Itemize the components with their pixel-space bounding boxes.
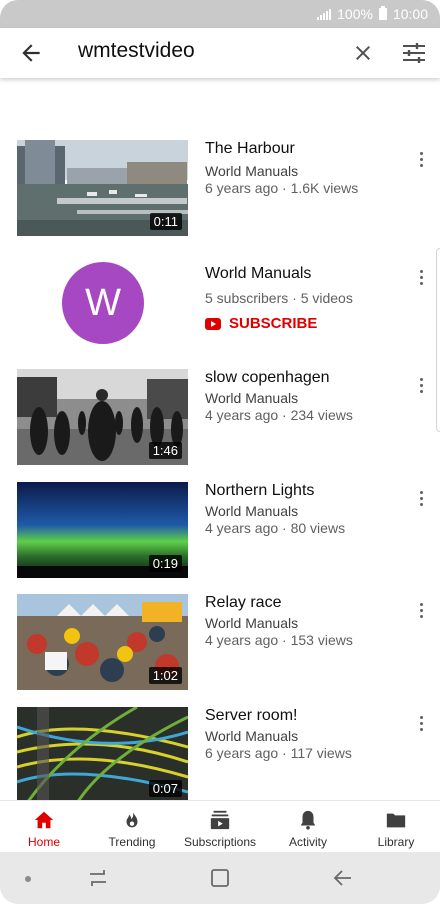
video-duration: 0:11 — [149, 213, 182, 230]
video-meta: 4 years ago · 234 views — [205, 407, 353, 423]
nav-label: Home — [27, 835, 60, 849]
video-row[interactable]: 0:07 Server room! World Manuals 6 years … — [0, 707, 440, 800]
channel-title[interactable]: World Manuals — [205, 265, 311, 283]
edge-panel-handle[interactable] — [436, 248, 440, 432]
video-channel: World Manuals — [205, 615, 299, 631]
video-title[interactable]: slow copenhagen — [205, 369, 330, 387]
back-arrow-icon[interactable] — [18, 40, 44, 66]
more-options-icon[interactable] — [412, 148, 430, 170]
video-channel: World Manuals — [205, 728, 299, 744]
bell-icon — [300, 810, 316, 830]
video-title[interactable]: Northern Lights — [205, 482, 314, 500]
more-options-icon[interactable] — [412, 599, 430, 621]
filter-icon[interactable] — [401, 41, 427, 65]
video-duration: 1:02 — [148, 667, 182, 684]
flame-icon — [126, 810, 138, 828]
video-meta: 4 years ago · 153 views — [205, 632, 353, 648]
video-channel: World Manuals — [205, 390, 299, 406]
youtube-logo-icon — [205, 317, 221, 330]
video-thumbnail[interactable]: 0:07 — [17, 707, 188, 800]
video-channel: World Manuals — [205, 503, 299, 519]
video-thumbnail[interactable]: 0:11 — [17, 140, 188, 236]
video-title[interactable]: Relay race — [205, 594, 281, 612]
video-thumbnail[interactable]: 1:02 — [17, 594, 188, 690]
search-header: wmtestvideo — [0, 28, 440, 78]
video-row[interactable]: 1:46 slow copenhagen World Manuals 4 yea… — [0, 369, 440, 469]
subscribe-button[interactable]: SUBSCRIBE — [205, 315, 317, 332]
video-row[interactable]: 1:02 Relay race World Manuals 4 years ag… — [0, 594, 440, 694]
video-meta: 4 years ago · 80 views — [205, 520, 346, 536]
nav-label: Library — [377, 835, 415, 849]
video-duration: 0:07 — [148, 780, 182, 797]
nav-subscriptions[interactable]: Subscriptions — [176, 801, 264, 852]
more-options-icon[interactable] — [412, 266, 430, 288]
more-options-icon[interactable] — [412, 712, 430, 734]
nav-label: Activity — [288, 835, 327, 849]
video-thumbnail[interactable]: 1:46 — [17, 369, 188, 465]
video-row[interactable]: 0:19 Northern Lights World Manuals 4 yea… — [0, 482, 440, 582]
video-row[interactable]: 0:11 The Harbour World Manuals 6 years a… — [0, 140, 440, 240]
status-right: 100% 10:00 — [317, 6, 428, 22]
video-thumbnail[interactable]: 0:19 — [17, 482, 188, 578]
channel-avatar[interactable]: W — [62, 262, 144, 344]
subscriptions-icon — [210, 810, 230, 830]
back-button-icon[interactable] — [331, 866, 355, 890]
video-duration: 0:19 — [148, 555, 182, 572]
clear-search-icon[interactable] — [351, 41, 375, 65]
video-title[interactable]: Server room! — [205, 707, 297, 725]
search-query[interactable]: wmtestvideo — [78, 39, 195, 63]
video-meta: 6 years ago · 1.6K views — [205, 180, 359, 196]
more-options-icon[interactable] — [412, 487, 430, 509]
system-navigation-bar — [0, 852, 440, 904]
search-results: 0:11 The Harbour World Manuals 6 years a… — [0, 78, 440, 800]
channel-meta: 5 subscribers · 5 videos — [205, 290, 353, 306]
nav-trending[interactable]: Trending — [88, 801, 176, 852]
bottom-navigation: Home Trending Subscriptions Activity Lib… — [0, 800, 440, 852]
battery-percent: 100% — [337, 6, 373, 22]
home-icon — [34, 811, 54, 829]
clock: 10:00 — [392, 6, 428, 22]
video-title[interactable]: The Harbour — [205, 140, 295, 158]
nav-activity[interactable]: Activity — [264, 801, 352, 852]
recent-apps-icon[interactable] — [86, 866, 110, 890]
folder-icon — [386, 813, 406, 828]
video-duration: 1:46 — [148, 442, 182, 459]
nav-library[interactable]: Library — [352, 801, 440, 852]
channel-row[interactable]: W World Manuals 5 subscribers · 5 videos… — [0, 262, 440, 352]
dot-indicator-icon — [25, 876, 31, 882]
status-bar: 100% 10:00 — [0, 0, 440, 28]
home-button-icon[interactable] — [208, 866, 232, 890]
subscribe-label: SUBSCRIBE — [229, 315, 318, 332]
signal-icon — [317, 8, 332, 20]
nav-label: Trending — [108, 835, 156, 849]
nav-home[interactable]: Home — [0, 801, 88, 852]
video-meta: 6 years ago · 117 views — [205, 745, 352, 761]
video-channel: World Manuals — [205, 163, 299, 179]
more-options-icon[interactable] — [412, 374, 430, 396]
nav-label: Subscriptions — [183, 835, 257, 849]
battery-icon — [378, 6, 387, 20]
